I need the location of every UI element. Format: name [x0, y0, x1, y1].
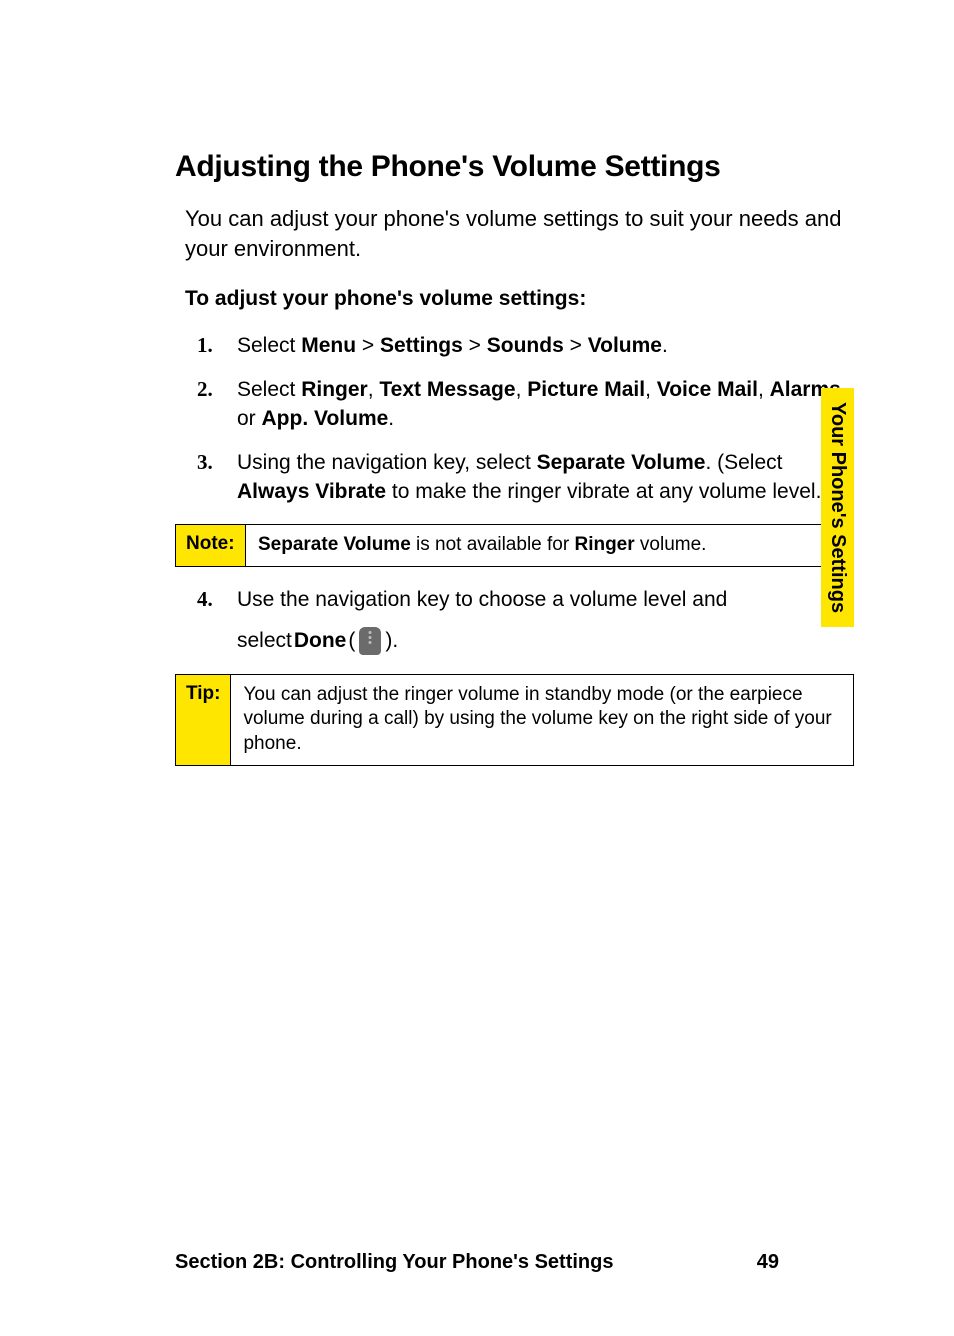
- step4-line2: select Done ( ).: [237, 626, 854, 655]
- step3-alwaysvib: Always Vibrate: [237, 480, 386, 503]
- step-4: Use the navigation key to choose a volum…: [197, 585, 854, 656]
- note-callout: Note: Separate Volume is not available f…: [175, 524, 854, 567]
- side-tab: Your Phone's Settings: [821, 388, 854, 627]
- step4-line1: Use the navigation key to choose a volum…: [237, 588, 727, 611]
- step-2: Select Ringer, Text Message, Picture Mai…: [197, 375, 854, 434]
- step1-settings: Settings: [380, 334, 463, 357]
- step1-sounds: Sounds: [487, 334, 564, 357]
- phone-key-icon: [359, 627, 381, 655]
- tip-callout: Tip: You can adjust the ringer volume in…: [175, 674, 854, 766]
- step1-suffix: .: [662, 334, 668, 357]
- step2-c3: ,: [645, 378, 657, 401]
- steps-list-2: Use the navigation key to choose a volum…: [175, 585, 854, 656]
- step3-p3: to make the ringer vibrate at any volume…: [386, 480, 828, 503]
- footer-page-number: 49: [757, 1251, 779, 1274]
- step2-textmsg: Text Message: [379, 378, 515, 401]
- step1-menu: Menu: [301, 334, 356, 357]
- note-label: Note:: [176, 525, 246, 566]
- footer-section: Section 2B: Controlling Your Phone's Set…: [175, 1251, 614, 1274]
- steps-list: Select Menu > Settings > Sounds > Volume…: [175, 331, 854, 506]
- step2-c4: ,: [758, 378, 770, 401]
- step4-l2a: select: [237, 626, 292, 655]
- note-t1: is not available for: [411, 534, 575, 555]
- step2-c2: ,: [516, 378, 528, 401]
- step3-p1: Using the navigation key, select: [237, 451, 537, 474]
- step4-done: Done: [294, 626, 347, 655]
- step2-prefix: Select: [237, 378, 301, 401]
- page-footer: Section 2B: Controlling Your Phone's Set…: [175, 1251, 779, 1274]
- step1-sep2: >: [463, 334, 487, 357]
- step2-appvol: App. Volume: [262, 407, 389, 430]
- tip-content: You can adjust the ringer volume in stan…: [231, 675, 853, 765]
- note-b1: Separate Volume: [258, 534, 411, 555]
- step-3: Using the navigation key, select Separat…: [197, 448, 854, 507]
- step2-suffix: .: [388, 407, 394, 430]
- note-t2: volume.: [635, 534, 707, 555]
- step1-sep1: >: [356, 334, 380, 357]
- step3-p2: . (Select: [705, 451, 782, 474]
- step2-ringer: Ringer: [301, 378, 368, 401]
- note-content: Separate Volume is not available for Rin…: [246, 525, 853, 566]
- step2-picmail: Picture Mail: [527, 378, 645, 401]
- step1-sep3: >: [564, 334, 588, 357]
- step1-volume: Volume: [588, 334, 662, 357]
- tip-label: Tip:: [176, 675, 231, 765]
- step4-l2c: ).: [385, 626, 398, 655]
- step2-c1: ,: [368, 378, 380, 401]
- step4-l2b: (: [348, 626, 355, 655]
- step2-voicemail: Voice Mail: [657, 378, 758, 401]
- page-heading: Adjusting the Phone's Volume Settings: [175, 150, 854, 184]
- intro-text: You can adjust your phone's volume setti…: [175, 204, 854, 263]
- sub-heading: To adjust your phone's volume settings:: [175, 287, 854, 311]
- step3-sepvol: Separate Volume: [537, 451, 706, 474]
- note-b2: Ringer: [574, 534, 634, 555]
- step-1: Select Menu > Settings > Sounds > Volume…: [197, 331, 854, 360]
- page-container: Adjusting the Phone's Volume Settings Yo…: [0, 0, 954, 1336]
- step1-prefix: Select: [237, 334, 301, 357]
